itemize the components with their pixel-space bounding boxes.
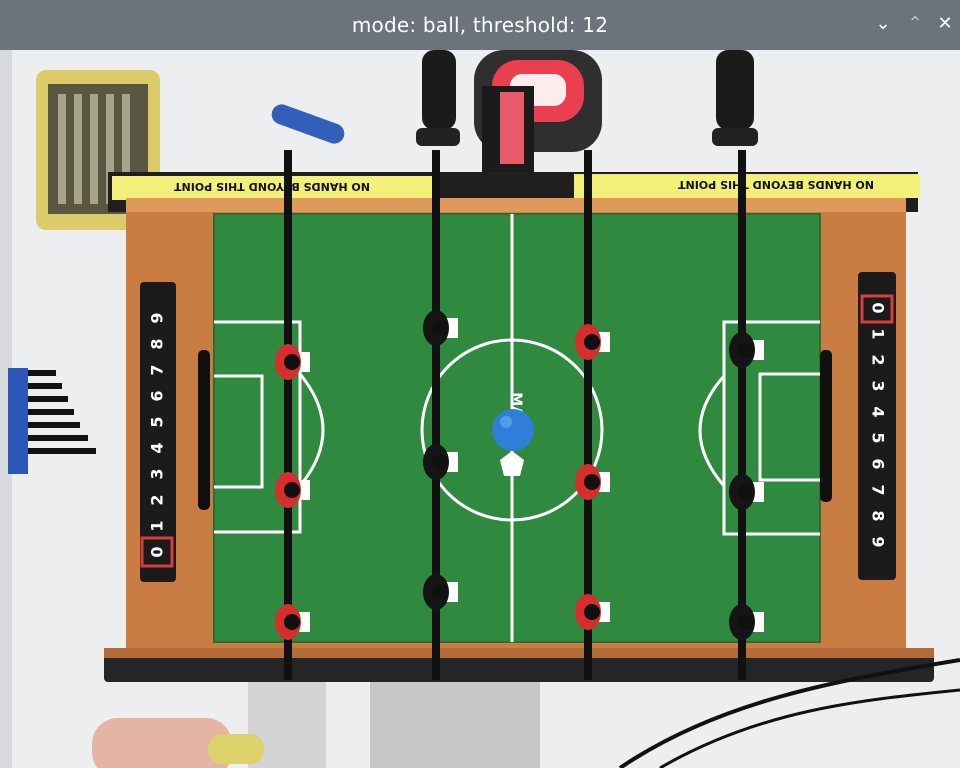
left-digits-2: 7	[148, 364, 167, 375]
window-title: mode: ball, threshold: 12	[351, 13, 609, 37]
camera-window: mode: ball, threshold: 12 ⌄ ⌃ ✕ NO HANDS…	[0, 0, 960, 768]
left-digits-4: 5	[148, 416, 167, 427]
left-digits-7: 2	[148, 494, 167, 505]
close-icon: ✕	[937, 13, 953, 34]
foosball-rod	[738, 150, 746, 680]
foosball-rod	[284, 150, 292, 680]
left-digits-1: 8	[148, 338, 167, 349]
right-no-hands-sign: NO HANDS BEYOND THIS POINT	[678, 178, 874, 191]
camera-view: NO HANDS BEYOND THIS POINT NO HANDS BEYO…	[0, 50, 960, 768]
right-digits-2: 2	[869, 354, 888, 365]
left-digits-3: 6	[148, 390, 167, 401]
right-digits-7: 7	[869, 484, 888, 495]
left-digits-6: 3	[148, 468, 167, 479]
blue-ball	[492, 409, 534, 451]
left-digits-5: 4	[148, 442, 167, 453]
right-digits-6: 6	[869, 458, 888, 469]
right-digits-1: 1	[869, 328, 888, 339]
right-digits-5: 5	[869, 432, 888, 443]
right-digits-4: 4	[869, 406, 888, 417]
left-digits-8: 1	[148, 520, 167, 531]
right-digits-8: 8	[869, 510, 888, 521]
hex-key-set-left	[8, 368, 28, 474]
left-digits-9: 0	[148, 546, 167, 557]
chevron-up-icon: ⌃	[907, 13, 923, 34]
right-digits-0: 0	[869, 302, 888, 313]
title-bar[interactable]: mode: ball, threshold: 12 ⌄ ⌃ ✕	[0, 0, 960, 50]
left-no-hands-sign: NO HANDS BEYOND THIS POINT	[174, 180, 370, 193]
right-digits-9: 9	[869, 536, 888, 547]
left-digits-0: 9	[148, 312, 167, 323]
right-score-counter	[858, 272, 896, 580]
foosball-scene: NO HANDS BEYOND THIS POINT NO HANDS BEYO…	[0, 50, 960, 768]
maximize-button[interactable]: ⌃	[904, 13, 926, 35]
chevron-down-icon: ⌄	[875, 13, 891, 34]
minimize-button[interactable]: ⌄	[872, 13, 894, 35]
right-digits-3: 3	[869, 380, 888, 391]
close-button[interactable]: ✕	[934, 13, 956, 35]
